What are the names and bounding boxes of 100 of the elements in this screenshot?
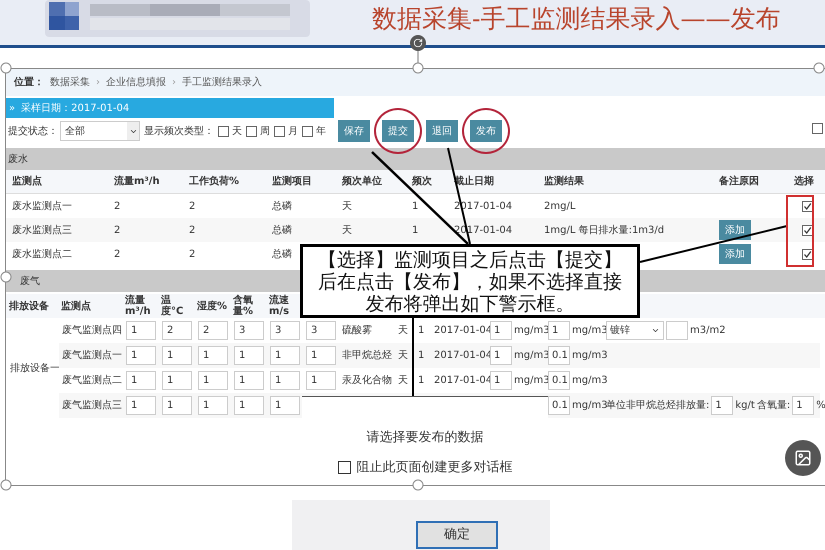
table-cell-text: 1 xyxy=(418,374,424,388)
input-field[interactable]: 1 xyxy=(126,321,156,340)
breadcrumb-link[interactable]: 数据采集 xyxy=(50,75,90,90)
column-header: 温度°C xyxy=(161,295,184,317)
frequency-checkbox[interactable] xyxy=(274,126,285,136)
toolbar-button[interactable]: 保存 xyxy=(338,120,370,142)
input-field[interactable]: 1 xyxy=(126,371,156,390)
table-cell-text: 废气监测点三 xyxy=(62,398,122,413)
column-header: 选择 xyxy=(794,174,814,189)
input-field[interactable]: 1 xyxy=(198,396,228,415)
table-cell-text: 2017-01-04 xyxy=(434,374,492,388)
frequency-checkbox[interactable] xyxy=(302,126,313,136)
row-checkbox[interactable] xyxy=(802,248,813,260)
input-field[interactable]: 1 xyxy=(306,371,336,390)
table-cell-text: 废水监测点二 xyxy=(12,248,72,262)
table-cell-text: 2017-01-04 xyxy=(434,349,492,363)
checkbox-label: 阻止此页面创建更多对话框 xyxy=(356,458,512,476)
input-field[interactable]: 1 xyxy=(198,371,228,390)
input-field[interactable]: 1 xyxy=(234,371,264,390)
column-header: 频次单位 xyxy=(342,174,382,189)
breadcrumb-separator: › xyxy=(96,76,100,90)
input-field[interactable]: 1 xyxy=(306,346,336,365)
status-select[interactable]: 全部 xyxy=(60,121,140,141)
chevron-icon xyxy=(651,326,660,335)
table-cell-text: 2 xyxy=(189,224,196,238)
slide-title: 数据采集-手工监测结果录入——发布 xyxy=(372,3,780,35)
unit-label: kg/t xyxy=(735,399,755,413)
table-cell-text: 天 xyxy=(398,324,408,338)
unit-label: 单位非甲烷总烃排放量: xyxy=(606,398,710,413)
table-cell-text: 1 xyxy=(412,200,418,214)
input-field[interactable]: 1 xyxy=(270,396,300,415)
status-label: 提交状态： xyxy=(8,124,58,138)
column-header: 监测点 xyxy=(12,174,42,189)
frequency-checkbox[interactable] xyxy=(218,126,229,136)
table-cell-text: 硫酸雾 xyxy=(342,324,372,338)
input-field[interactable]: 0.1 xyxy=(548,346,570,365)
callout-text: 【选择】监测项目之后点击【提交】后在点击【发布】，如果不选择直接发布将弹出如下警示框。 xyxy=(317,249,623,315)
input-field[interactable]: 1 xyxy=(711,396,734,415)
image-icon xyxy=(794,449,812,467)
input-field[interactable]: 1 xyxy=(490,321,512,340)
breadcrumb-link[interactable]: 手工监测结果录入 xyxy=(182,75,262,90)
row-checkbox[interactable] xyxy=(802,224,813,236)
rotate-handle[interactable] xyxy=(410,35,426,51)
table-cell-text: 总磷 xyxy=(272,248,292,262)
input-field[interactable]: 1 xyxy=(198,346,228,365)
input-field[interactable]: 1 xyxy=(548,321,570,340)
unit-label: mg/m3 xyxy=(572,324,608,338)
column-header: 频次 xyxy=(412,174,432,189)
add-button[interactable]: 添加 xyxy=(719,244,751,264)
input-field[interactable] xyxy=(666,321,688,340)
frequency-checkbox[interactable] xyxy=(246,126,257,136)
toolbar-button[interactable]: 退回 xyxy=(426,120,458,142)
input-field[interactable]: 1 xyxy=(126,346,156,365)
input-field[interactable]: 3 xyxy=(306,321,336,340)
row-checkbox[interactable] xyxy=(802,200,813,212)
input-field[interactable]: 1 xyxy=(234,396,264,415)
input-field[interactable]: 2 xyxy=(198,321,228,340)
input-field[interactable]: 1 xyxy=(162,346,192,365)
dropdown[interactable]: 镀锌 xyxy=(606,321,664,340)
date-marker: » xyxy=(9,102,16,116)
unit-label: m3/m2 xyxy=(690,324,726,338)
section-title: 废气 xyxy=(20,274,40,288)
table-cell-text: 天 xyxy=(398,349,408,363)
input-field[interactable]: 2 xyxy=(162,321,192,340)
input-field[interactable]: 1 xyxy=(490,346,512,365)
toolbar-button[interactable]: 提交 xyxy=(382,120,414,142)
table-cell-text: 2 xyxy=(114,248,120,262)
table-cell-text: 废水监测点三 xyxy=(12,224,72,238)
input-field[interactable]: 1 xyxy=(162,396,192,415)
toolbar-button[interactable]: 发布 xyxy=(470,120,502,142)
table-cell-text: 1mg/L 每日排水量:1m3/d xyxy=(544,224,664,238)
input-field[interactable]: 1 xyxy=(162,371,192,390)
dialog-checkbox[interactable] xyxy=(338,460,350,474)
confirm-button[interactable]: 确定 xyxy=(416,521,498,549)
breadcrumb-link[interactable]: 企业信息填报 xyxy=(106,75,166,90)
input-field[interactable]: 3 xyxy=(270,321,300,340)
column-header: 监测项目 xyxy=(272,174,312,189)
column-header: 流量m³/h xyxy=(114,174,160,189)
table-cell-text: 2 xyxy=(189,200,196,214)
input-field[interactable]: 0.1 xyxy=(548,396,570,415)
unit-label: mg/m3 xyxy=(514,374,550,388)
input-field[interactable]: 1 xyxy=(270,371,300,390)
input-field[interactable]: 3 xyxy=(234,321,264,340)
input-field[interactable]: 1 xyxy=(490,371,512,390)
add-button[interactable]: 添加 xyxy=(719,220,751,240)
input-field[interactable]: 1 xyxy=(270,346,300,365)
unit-label: % xyxy=(816,399,825,413)
breadcrumb-separator: › xyxy=(172,76,176,90)
table-cell-text: 废气监测点一 xyxy=(62,348,122,363)
select-all-checkbox[interactable] xyxy=(812,123,823,134)
checkbox-label: 年 xyxy=(316,124,326,138)
input-field[interactable]: 1 xyxy=(234,346,264,365)
checkbox-label: 周 xyxy=(260,124,270,138)
input-field[interactable]: 1 xyxy=(792,396,814,415)
dialog-message: 请选择要发布的数据 xyxy=(366,429,484,447)
table-cell-text: 1 xyxy=(412,224,418,238)
input-field[interactable]: 0.1 xyxy=(548,371,570,390)
table-cell-text: 2 xyxy=(189,248,196,262)
input-field[interactable]: 1 xyxy=(126,396,156,415)
checkbox-label: 月 xyxy=(288,124,298,138)
